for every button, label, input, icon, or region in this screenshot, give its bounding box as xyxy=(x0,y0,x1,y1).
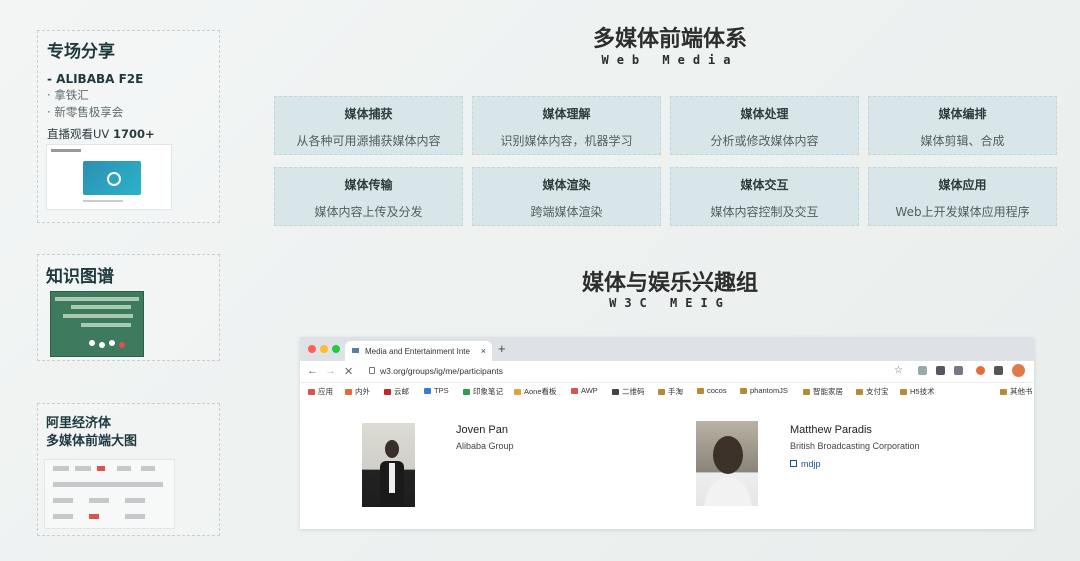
person-profile-link[interactable]: mdjp xyxy=(790,459,821,469)
url-field[interactable]: w3.org/groups/ig/me/participants xyxy=(380,366,503,376)
card-title: 媒体编排 xyxy=(938,107,987,121)
address-bar: ← → ✕ w3.org/groups/ig/me/participants ☆ xyxy=(300,361,1034,383)
extension-icon[interactable] xyxy=(918,366,927,375)
web-media-title: 多媒体前端体系 xyxy=(592,27,747,52)
person-name[interactable]: Matthew Paradis xyxy=(790,424,872,436)
back-arrow-icon[interactable]: ← xyxy=(307,365,318,377)
multimedia-map-title-2: 多媒体前端大图 xyxy=(46,434,138,449)
card-title: 媒体传输 xyxy=(344,178,393,192)
session-item-2: · 新零售极享会 xyxy=(47,105,124,119)
bookmark-item[interactable]: 云邮 xyxy=(384,386,409,397)
meig-subtitle: W3C MEIG xyxy=(609,296,731,310)
meig-title: 媒体与娱乐兴趣组 xyxy=(581,271,758,296)
bookmark-item[interactable]: AWP xyxy=(571,386,598,395)
card-title: 媒体应用 xyxy=(938,178,987,192)
card-desc: 从各种可用源捕获媒体内容 xyxy=(296,134,441,148)
session-item-1: · 拿铁汇 xyxy=(47,88,89,102)
person-org: British Broadcasting Corporation xyxy=(790,441,920,451)
card-title: 媒体捕获 xyxy=(344,107,393,121)
special-session-title: 专场分享 xyxy=(47,42,115,62)
card-desc: 识别媒体内容，机器学习 xyxy=(500,134,633,148)
bookmark-item[interactable]: H5技术 xyxy=(900,386,935,397)
reload-icon[interactable]: ✕ xyxy=(344,365,353,378)
web-media-subtitle: Web Media xyxy=(601,53,739,67)
person-photo xyxy=(696,421,758,506)
card-title: 媒体交互 xyxy=(740,178,789,192)
video-player-icon xyxy=(83,161,141,195)
new-tab-button[interactable]: + xyxy=(498,341,506,356)
card-media-interaction: 媒体交互 媒体内容控制及交互 xyxy=(670,167,859,226)
extension-icon[interactable] xyxy=(936,366,945,375)
multimedia-map-panel: 阿里经济体 多媒体前端大图 xyxy=(37,403,220,536)
card-media-understanding: 媒体理解 识别媒体内容，机器学习 xyxy=(472,96,661,155)
bookmarks-bar: 应用 内外 云邮 TPS 印象笔记 Aone看板 AWP 二维码 手淘 coco… xyxy=(300,383,1034,399)
card-title: 媒体理解 xyxy=(542,107,591,121)
knowledge-graph-panel: 知识图谱 xyxy=(37,254,220,361)
bookmark-item[interactable]: 二维码 xyxy=(612,386,645,397)
person-name[interactable]: Joven Pan xyxy=(456,424,508,436)
card-desc: 跨端媒体渲染 xyxy=(530,205,603,219)
knowledge-graph-title: 知识图谱 xyxy=(46,267,114,287)
bookmark-item[interactable]: 手淘 xyxy=(658,386,683,397)
forward-arrow-icon[interactable]: → xyxy=(325,365,336,377)
bookmark-item[interactable]: phantomJS xyxy=(740,386,788,395)
card-desc: 媒体剪辑、合成 xyxy=(920,134,1005,148)
bookmark-item[interactable]: cocos xyxy=(697,386,727,395)
live-stream-thumbnail xyxy=(46,144,172,210)
person-silhouette-icon xyxy=(704,436,752,506)
tab-close-icon[interactable]: × xyxy=(481,346,486,356)
card-title: 媒体渲染 xyxy=(542,178,591,192)
bookmark-item[interactable]: 其他书 xyxy=(1000,386,1033,397)
browser-screenshot: Media and Entertainment Inte × + ← → ✕ w… xyxy=(300,337,1034,529)
bookmark-item[interactable]: 支付宝 xyxy=(856,386,889,397)
tab-title: Media and Entertainment Inte xyxy=(365,347,470,356)
special-session-panel: 专场分享 - ALIBABA F2E · 拿铁汇 · 新零售极享会 直播观看UV… xyxy=(37,30,220,223)
card-media-processing: 媒体处理 分析或修改媒体内容 xyxy=(670,96,859,155)
views-count: 直播观看UV 1700+ xyxy=(47,127,155,141)
person-silhouette-icon xyxy=(380,440,404,507)
multimedia-map-thumbnail xyxy=(44,459,175,529)
brand-label: - ALIBABA F2E xyxy=(47,72,144,86)
person-photo xyxy=(362,423,415,507)
card-desc: 媒体内容上传及分发 xyxy=(314,205,423,219)
minimize-window-icon[interactable] xyxy=(320,345,328,353)
card-desc: 媒体内容控制及交互 xyxy=(710,205,819,219)
w3c-favicon-icon xyxy=(352,348,359,353)
bookmark-item[interactable]: 内外 xyxy=(345,386,370,397)
multimedia-map-title-1: 阿里经济体 xyxy=(46,416,112,431)
card-media-capture: 媒体捕获 从各种可用源捕获媒体内容 xyxy=(274,96,463,155)
bookmark-item[interactable]: 智能家居 xyxy=(803,386,843,397)
avatar[interactable] xyxy=(1012,364,1025,377)
bookmark-item[interactable]: 印象笔记 xyxy=(463,386,503,397)
card-media-rendering: 媒体渲染 跨端媒体渲染 xyxy=(472,167,661,226)
card-desc: Web上开发媒体应用程序 xyxy=(895,205,1030,219)
bookmark-item[interactable]: 应用 xyxy=(308,386,333,397)
bookmark-star-icon[interactable]: ☆ xyxy=(894,365,903,376)
knowledge-graph-thumbnail xyxy=(50,291,144,357)
card-title: 媒体处理 xyxy=(740,107,789,121)
extension-icon[interactable] xyxy=(954,366,963,375)
card-media-application: 媒体应用 Web上开发媒体应用程序 xyxy=(868,167,1057,226)
card-desc: 分析或修改媒体内容 xyxy=(710,134,819,148)
bookmark-item[interactable]: TPS xyxy=(424,386,449,395)
close-window-icon[interactable] xyxy=(308,345,316,353)
puzzle-icon[interactable] xyxy=(994,366,1003,375)
lock-icon xyxy=(369,367,375,374)
card-media-editing: 媒体编排 媒体剪辑、合成 xyxy=(868,96,1057,155)
browser-tab[interactable]: Media and Entertainment Inte × xyxy=(345,341,492,361)
card-media-transmission: 媒体传输 媒体内容上传及分发 xyxy=(274,167,463,226)
extension-icon[interactable] xyxy=(976,366,985,375)
person-org: Alibaba Group xyxy=(456,441,514,451)
browser-tab-bar: Media and Entertainment Inte × + xyxy=(300,337,1034,361)
maximize-window-icon[interactable] xyxy=(332,345,340,353)
bookmark-item[interactable]: Aone看板 xyxy=(514,386,557,397)
